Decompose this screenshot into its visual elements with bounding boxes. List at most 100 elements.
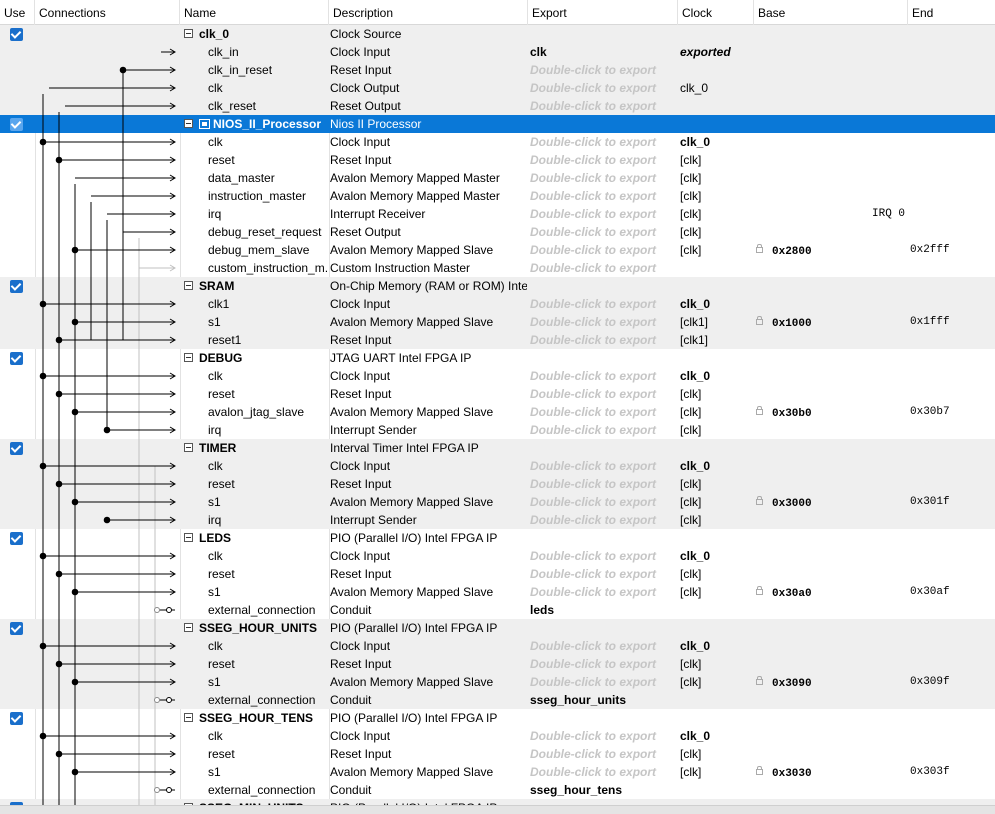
- open-connection-dot[interactable]: [154, 697, 160, 703]
- interface-name[interactable]: s1: [182, 313, 328, 331]
- connection-dot[interactable]: [39, 732, 47, 740]
- export-cell[interactable]: Double-click to export: [530, 385, 675, 403]
- export-cell[interactable]: sseg_hour_tens: [530, 781, 675, 799]
- export-cell[interactable]: Double-click to export: [530, 259, 675, 277]
- connection-dot[interactable]: [39, 552, 47, 560]
- clock-cell[interactable]: [680, 61, 752, 79]
- export-cell[interactable]: Double-click to export: [530, 133, 675, 151]
- export-cell[interactable]: Double-click to export: [530, 295, 675, 313]
- export-cell[interactable]: Double-click to export: [530, 79, 675, 97]
- clock-cell[interactable]: clk_0: [680, 547, 752, 565]
- use-checkbox[interactable]: [10, 28, 23, 41]
- collapse-toggle-icon[interactable]: [184, 443, 193, 453]
- export-cell[interactable]: [530, 619, 675, 637]
- collapse-toggle-icon[interactable]: [184, 281, 193, 291]
- connection-dot[interactable]: [55, 156, 63, 164]
- header-name[interactable]: Name: [180, 0, 329, 25]
- connection-dot[interactable]: [103, 516, 111, 524]
- interface-name[interactable]: external_connection: [182, 781, 328, 799]
- clock-cell[interactable]: [clk]: [680, 421, 752, 439]
- clock-cell[interactable]: [680, 439, 752, 457]
- interface-name[interactable]: clk: [182, 637, 328, 655]
- lock-icon[interactable]: [756, 496, 763, 506]
- connection-dot[interactable]: [71, 498, 79, 506]
- use-checkbox[interactable]: [10, 532, 23, 545]
- lock-icon[interactable]: [756, 244, 763, 254]
- clock-cell[interactable]: [clk]: [680, 475, 752, 493]
- header-connections[interactable]: Connections: [35, 0, 180, 25]
- connection-dot[interactable]: [71, 408, 79, 416]
- header-description[interactable]: Description: [329, 0, 528, 25]
- lock-icon[interactable]: [756, 676, 763, 686]
- interface-name[interactable]: reset: [182, 475, 328, 493]
- interface-name[interactable]: debug_mem_slave: [182, 241, 328, 259]
- interface-name[interactable]: reset: [182, 745, 328, 763]
- connection-dot[interactable]: [55, 570, 63, 578]
- collapse-toggle-icon[interactable]: [184, 119, 193, 129]
- connection-dot[interactable]: [39, 642, 47, 650]
- clock-cell[interactable]: [clk]: [680, 583, 752, 601]
- export-cell[interactable]: Double-click to export: [530, 421, 675, 439]
- interface-name[interactable]: reset1: [182, 331, 328, 349]
- connection-dot[interactable]: [71, 246, 79, 254]
- component-name[interactable]: NIOS_II_Processor: [182, 115, 328, 133]
- clock-cell[interactable]: [680, 349, 752, 367]
- export-cell[interactable]: Double-click to export: [530, 97, 675, 115]
- header-end[interactable]: End: [908, 0, 995, 25]
- component-name[interactable]: SSEG_HOUR_UNITS: [182, 619, 328, 637]
- interface-name[interactable]: clk: [182, 79, 328, 97]
- horizontal-scrollbar[interactable]: [0, 805, 995, 814]
- export-cell[interactable]: Double-click to export: [530, 547, 675, 565]
- clock-cell[interactable]: [clk]: [680, 763, 752, 781]
- clock-cell[interactable]: [clk]: [680, 169, 752, 187]
- interface-name[interactable]: s1: [182, 673, 328, 691]
- export-cell[interactable]: [530, 529, 675, 547]
- connection-dot[interactable]: [103, 426, 111, 434]
- clock-cell[interactable]: clk_0: [680, 637, 752, 655]
- connection-dot[interactable]: [71, 588, 79, 596]
- export-cell[interactable]: Double-click to export: [530, 313, 675, 331]
- base-address-cell[interactable]: 0x3030: [756, 763, 876, 781]
- interface-name[interactable]: data_master: [182, 169, 328, 187]
- connection-dot[interactable]: [39, 372, 47, 380]
- interface-name[interactable]: s1: [182, 583, 328, 601]
- clock-cell[interactable]: [680, 115, 752, 133]
- collapse-toggle-icon[interactable]: [184, 623, 193, 633]
- clock-cell[interactable]: [clk]: [680, 223, 752, 241]
- interface-name[interactable]: irq: [182, 511, 328, 529]
- export-cell[interactable]: Double-click to export: [530, 655, 675, 673]
- header-clock[interactable]: Clock: [678, 0, 754, 25]
- export-cell[interactable]: [530, 115, 675, 133]
- clock-cell[interactable]: [680, 601, 752, 619]
- header-export[interactable]: Export: [528, 0, 678, 25]
- base-address-cell[interactable]: 0x3090: [756, 673, 876, 691]
- clock-cell[interactable]: [clk]: [680, 205, 752, 223]
- clock-cell[interactable]: [clk]: [680, 385, 752, 403]
- interface-name[interactable]: clk: [182, 133, 328, 151]
- header-base[interactable]: Base: [754, 0, 908, 25]
- connection-dot[interactable]: [55, 336, 63, 344]
- use-checkbox[interactable]: [10, 280, 23, 293]
- interface-name[interactable]: clk: [182, 727, 328, 745]
- clock-cell[interactable]: [680, 691, 752, 709]
- clock-cell[interactable]: [clk]: [680, 187, 752, 205]
- clock-cell[interactable]: [clk]: [680, 241, 752, 259]
- export-cell[interactable]: Double-click to export: [530, 169, 675, 187]
- open-connection-dot[interactable]: [166, 697, 172, 703]
- base-address-cell[interactable]: 0x2800: [756, 241, 876, 259]
- connection-dot[interactable]: [55, 390, 63, 398]
- clock-cell[interactable]: [clk]: [680, 745, 752, 763]
- interface-name[interactable]: external_connection: [182, 691, 328, 709]
- header-use[interactable]: Use: [0, 0, 35, 25]
- export-cell[interactable]: Double-click to export: [530, 493, 675, 511]
- export-cell[interactable]: [530, 439, 675, 457]
- export-cell[interactable]: clk: [530, 43, 675, 61]
- export-cell[interactable]: sseg_hour_units: [530, 691, 675, 709]
- export-cell[interactable]: Double-click to export: [530, 565, 675, 583]
- export-cell[interactable]: [530, 277, 675, 295]
- interface-name[interactable]: clk: [182, 457, 328, 475]
- interface-name[interactable]: s1: [182, 763, 328, 781]
- connection-dot[interactable]: [39, 462, 47, 470]
- interface-name[interactable]: clk: [182, 547, 328, 565]
- connection-dot[interactable]: [39, 300, 47, 308]
